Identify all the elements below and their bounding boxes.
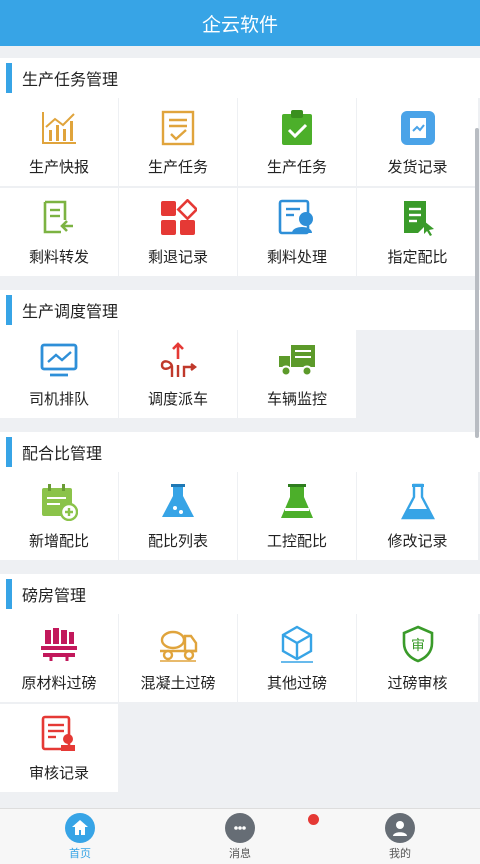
tile-return-record[interactable]: 剩退记录 [119,188,237,276]
tile-leftover-forward[interactable]: 剩料转发 [0,188,118,276]
tile-label: 剩退记录 [147,247,208,266]
tile-label: 指定配比 [387,247,448,266]
document-forward-icon [39,198,79,238]
section-accent-bar [6,437,12,467]
bottom-tab-bar: 首页 消息 我的 [0,808,480,864]
scale-icon [39,624,79,664]
tile-dispatch-vehicle[interactable]: 调度派车 [119,330,237,418]
tab-home[interactable]: 首页 [0,809,160,864]
grid-blocks-icon [158,198,198,238]
tile-production-task[interactable]: 生产任务 [119,98,237,186]
tile-driver-queue[interactable]: 司机排队 [0,330,118,418]
mixer-truck-icon [158,624,198,664]
tab-mine[interactable]: 我的 [320,809,480,864]
tile-label: 混凝土过磅 [140,673,216,692]
tile-vehicle-monitor[interactable]: 车辆监控 [238,330,356,418]
tile-production-report[interactable]: 生产快报 [0,98,118,186]
material-handle-icon [277,198,317,238]
tile-label: 生产快报 [28,157,89,176]
truck-icon [277,340,317,380]
tile-label: 过磅审核 [387,673,448,692]
tile-weigh-audit[interactable]: 审 过磅审核 [357,614,478,702]
tile-label: 修改记录 [387,531,448,550]
tile-raw-material-weigh[interactable]: 原材料过磅 [0,614,118,702]
tile-leftover-handle[interactable]: 剩料处理 [238,188,356,276]
flask-edit-icon [398,482,438,522]
tile-label: 司机排队 [28,389,89,408]
app-header: 企云软件 [0,0,480,46]
tile-label: 生产任务 [147,157,208,176]
user-icon [385,812,415,843]
shipment-record-icon [398,108,438,148]
flask-icon [158,482,198,522]
section-title-production-task: 生产任务管理 [0,58,480,98]
tab-label: 消息 [229,846,251,860]
tile-label: 新增配比 [28,531,89,550]
tile-label: 其他过磅 [266,673,327,692]
svg-text:审: 审 [411,638,425,654]
main-content[interactable]: 生产任务管理 生产快报 生产任务 生产任务 发货记录 剩料转发 剩退记录 剩料处… [0,46,480,808]
tab-label: 我的 [389,846,411,860]
section-grid-weighing: 原材料过磅 混凝土过磅 其他过磅 审 过磅审核 审核记录 [0,614,480,794]
tile-label: 原材料过磅 [21,673,97,692]
audit-record-icon [39,714,79,754]
tile-label: 生产任务 [266,157,327,176]
section-title-weighing: 磅房管理 [0,574,480,614]
app-title: 企云软件 [201,13,278,36]
tile-assign-ratio[interactable]: 指定配比 [357,188,478,276]
section-grid-production-task: 生产快报 生产任务 生产任务 发货记录 剩料转发 剩退记录 剩料处理 指定配比 [0,98,480,278]
tile-production-task-2[interactable]: 生产任务 [238,98,356,186]
calendar-add-icon [39,482,79,522]
shield-audit-icon: 审 [398,624,438,664]
tab-messages[interactable]: 消息 [160,809,320,864]
monitor-icon [39,340,79,380]
tile-audit-record[interactable]: 审核记录 [0,704,118,792]
section-title-text: 磅房管理 [22,586,87,605]
tile-label: 调度派车 [147,389,208,408]
tile-add-ratio[interactable]: 新增配比 [0,472,118,560]
tile-label: 工控配比 [266,531,327,550]
home-icon [65,812,95,843]
section-accent-bar [6,579,12,609]
chart-icon [39,108,79,148]
tile-concrete-weigh[interactable]: 混凝土过磅 [119,614,237,702]
section-accent-bar [6,295,12,325]
tile-label: 剩料转发 [28,247,89,266]
tile-edit-record[interactable]: 修改记录 [357,472,478,560]
section-title-text: 配合比管理 [22,444,103,463]
tab-label: 首页 [69,846,91,860]
section-title-dispatch: 生产调度管理 [0,290,480,330]
section-title-text: 生产调度管理 [22,302,119,321]
tile-label: 配比列表 [147,531,208,550]
tile-label: 审核记录 [28,763,89,782]
tile-label: 剩料处理 [266,247,327,266]
document-cursor-icon [398,198,438,238]
unread-badge [308,814,319,825]
section-title-text: 生产任务管理 [22,70,119,89]
tile-other-weigh[interactable]: 其他过磅 [238,614,356,702]
scrollbar[interactable] [475,128,479,438]
section-grid-mix-ratio: 新增配比 配比列表 工控配比 修改记录 [0,472,480,562]
dispatch-route-icon [158,340,198,380]
tile-label: 车辆监控 [266,389,327,408]
section-grid-dispatch: 司机排队 调度派车 车辆监控 [0,330,480,420]
box-icon [277,624,317,664]
section-title-mix-ratio: 配合比管理 [0,432,480,472]
tile-label: 发货记录 [387,157,448,176]
section-accent-bar [6,63,12,93]
tile-ratio-list[interactable]: 配比列表 [119,472,237,560]
beaker-icon [277,482,317,522]
tile-control-ratio[interactable]: 工控配比 [238,472,356,560]
tile-shipment-record[interactable]: 发货记录 [357,98,478,186]
chat-icon [225,812,255,843]
checklist-icon [158,108,198,148]
clipboard-check-icon [277,108,317,148]
